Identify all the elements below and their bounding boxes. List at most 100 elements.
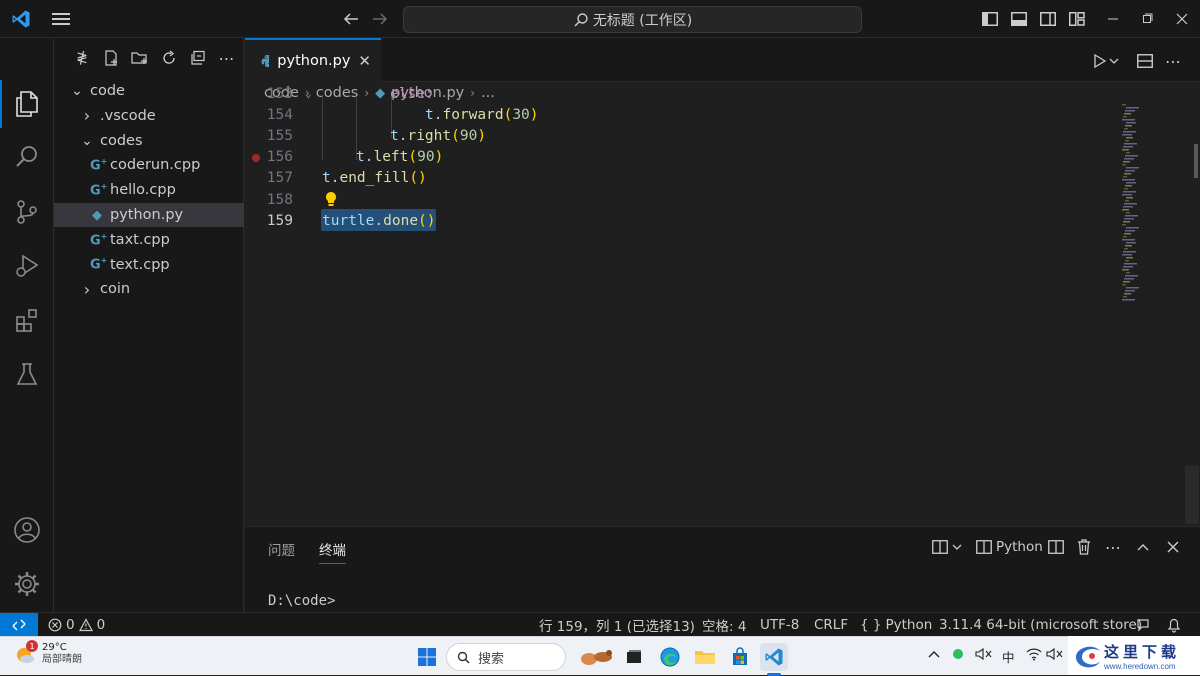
lightbulb-icon[interactable] (324, 191, 338, 211)
tree-folder[interactable]: › .vscode (54, 104, 244, 128)
toggle-primary-sidebar-icon[interactable] (979, 8, 1001, 30)
encoding[interactable]: UTF-8 (760, 613, 799, 637)
python-interpreter[interactable]: 3.11.4 64-bit (microsoft store) (939, 613, 1142, 637)
tree-item-label: python.py (110, 207, 184, 223)
panel-more-icon[interactable]: ⋯ (1105, 536, 1121, 558)
indentation[interactable]: 空格: 4 (702, 613, 746, 637)
toggle-secondary-sidebar-icon[interactable] (1037, 8, 1059, 30)
restore-icon[interactable] (1136, 8, 1158, 30)
forward-arrow-icon[interactable] (369, 8, 391, 30)
tree-file[interactable]: G+ hello.cpp (54, 178, 244, 202)
tray-app-icon[interactable] (951, 647, 965, 664)
cursor-position[interactable]: 行 159，列 1 (已选择13) (539, 613, 695, 637)
vscode-taskbar-icon[interactable] (760, 643, 788, 671)
language-mode[interactable]: { } Python (860, 613, 932, 637)
tree-folder[interactable]: ⌄ code (54, 79, 244, 103)
copilot-icon[interactable] (1135, 613, 1151, 637)
extensions-icon[interactable] (0, 296, 54, 344)
tree-file[interactable]: G+ taxt.cpp (54, 228, 244, 252)
split-editor-icon[interactable] (1134, 50, 1156, 72)
close-window-icon[interactable] (1171, 8, 1193, 30)
run-options-chevron-icon[interactable] (1107, 50, 1121, 72)
tree-file[interactable]: G+ coderun.cpp (54, 153, 244, 177)
weather-desc: 局部晴朗 (42, 654, 82, 665)
search-highlight-icon[interactable] (578, 643, 616, 671)
minimap-line (1122, 239, 1135, 241)
line-number: 154 (266, 106, 293, 123)
edge-browser-icon[interactable] (656, 643, 684, 671)
code-token: 90 (459, 127, 478, 144)
task-view-icon[interactable] (620, 643, 648, 671)
command-center[interactable]: 无标题 (工作区) (403, 6, 862, 33)
minimize-icon[interactable] (1102, 8, 1124, 30)
tab-problems[interactable]: 问题 (268, 539, 295, 559)
more-actions-icon[interactable]: ⋯ (217, 48, 237, 68)
manage-gear-icon[interactable] (0, 560, 54, 608)
tree-folder[interactable]: › coin (54, 277, 244, 301)
fold-chevron-icon[interactable]: ⌄ (305, 87, 312, 100)
taskbar-search[interactable]: 搜索 (446, 643, 566, 671)
tray-overflow-chevron-icon[interactable] (928, 647, 940, 662)
close-panel-icon[interactable] (1167, 536, 1179, 558)
code-line[interactable]: 156 t.left(90) (245, 147, 1125, 168)
minimap-line (1123, 266, 1133, 268)
input-method-indicator[interactable]: 中 (1002, 647, 1015, 666)
vscode-logo-icon[interactable] (10, 8, 32, 30)
microsoft-store-icon[interactable] (726, 643, 754, 671)
code-line[interactable]: 153 ⌄ else: (245, 83, 1125, 104)
tab-terminal[interactable]: 终端 (319, 539, 346, 564)
vertical-scrollbar[interactable] (1185, 104, 1199, 524)
customize-layout-icon[interactable] (1066, 8, 1088, 30)
refresh-icon[interactable] (159, 48, 179, 68)
code-line[interactable]: 157 t.end_fill() (245, 168, 1125, 189)
end-of-line[interactable]: CRLF (814, 613, 848, 637)
testing-flask-icon[interactable] (0, 350, 54, 398)
kill-terminal-trash-icon[interactable] (1077, 536, 1091, 558)
notifications-bell-icon[interactable] (1167, 613, 1181, 637)
source-control-icon[interactable] (0, 188, 54, 236)
back-arrow-icon[interactable] (340, 8, 362, 30)
split-terminal-button[interactable] (932, 536, 962, 558)
code-token: ) (434, 149, 444, 166)
toggle-panel-icon[interactable] (1008, 8, 1030, 30)
volume-icon[interactable] (1046, 647, 1064, 664)
terminal-instance-button[interactable]: Python (976, 536, 1043, 558)
split-terminal-icon[interactable] (1048, 536, 1064, 558)
terminal-output[interactable]: D:\code> (268, 593, 335, 609)
code-line[interactable]: 154 t.forward(30) (245, 104, 1125, 125)
minimap-line (1122, 299, 1135, 301)
remote-indicator-icon[interactable] (0, 613, 38, 637)
maximize-panel-chevron-up-icon[interactable] (1137, 536, 1149, 558)
close-tab-icon[interactable]: ✕ (358, 52, 371, 70)
windows-start-icon[interactable] (413, 643, 441, 671)
collapse-folders-icon[interactable]: ≹ (72, 48, 92, 68)
new-file-icon[interactable] (101, 48, 121, 68)
search-icon[interactable] (0, 133, 54, 181)
menu-icon[interactable] (50, 8, 72, 30)
code-line[interactable]: 159 turtle.done() (245, 209, 1125, 232)
minimap-line (1125, 245, 1132, 247)
tree-file[interactable]: ◆ python.py (54, 203, 244, 227)
weather-widget[interactable]: 1 29°C 局部晴朗 (14, 640, 82, 666)
code-text: t.right(90) (390, 128, 486, 144)
scroll-thumb[interactable] (1194, 144, 1198, 178)
explorer-icon[interactable] (0, 80, 54, 128)
collapse-all-icon[interactable] (188, 48, 208, 68)
tab-python-py[interactable]: python.py ✕ (245, 38, 381, 82)
bottom-panel: 问题 终端 Python ⋯ D:\code> (245, 526, 1200, 612)
minimap-line (1124, 158, 1134, 160)
run-debug-icon[interactable] (0, 242, 54, 290)
problems-status[interactable]: 0 0 (48, 613, 105, 637)
accounts-icon[interactable] (0, 506, 54, 554)
minimap-line (1125, 140, 1129, 142)
speaker-muted-icon[interactable] (975, 647, 993, 664)
minimap[interactable] (1122, 104, 1140, 302)
code-line[interactable]: 158 (245, 189, 1125, 210)
editor-more-actions-icon[interactable]: ⋯ (1162, 50, 1184, 72)
code-line[interactable]: 155 t.right(90) (245, 125, 1125, 146)
wifi-icon[interactable] (1026, 647, 1042, 664)
tree-file[interactable]: G+ text.cpp (54, 253, 244, 277)
tree-folder[interactable]: ⌄ codes (54, 129, 244, 153)
new-folder-icon[interactable] (130, 48, 150, 68)
file-explorer-icon[interactable] (691, 643, 719, 671)
